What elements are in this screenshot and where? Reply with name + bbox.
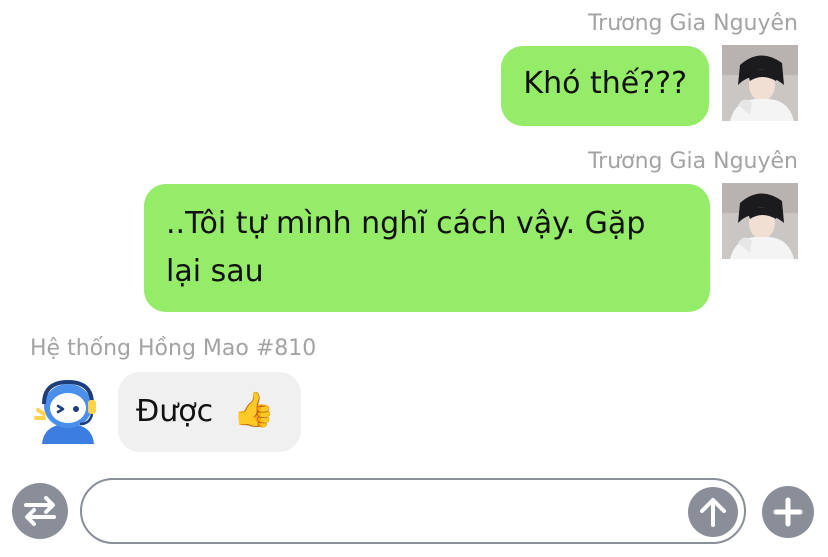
message-text: Khó thế???: [523, 66, 687, 101]
message-text: ..Tôi tự mình nghĩ cách vậy. Gặp lại sau: [166, 206, 646, 289]
arrow-up-icon[interactable]: [688, 487, 738, 537]
message-bubble[interactable]: ..Tôi tự mình nghĩ cách vậy. Gặp lại sau: [144, 184, 710, 312]
message-bubble[interactable]: Khó thế???: [501, 46, 709, 126]
boy-avatar-icon[interactable]: [722, 45, 798, 121]
boy-avatar-icon[interactable]: [722, 183, 798, 259]
message-text: Được: [136, 394, 214, 429]
sender-name: Trương Gia Nguyên: [587, 149, 798, 174]
thumbs-up-emoji: 👍: [232, 390, 275, 430]
sender-name: Trương Gia Nguyên: [587, 11, 798, 36]
switch-arrows-icon[interactable]: [12, 483, 68, 539]
message-input[interactable]: [80, 478, 746, 544]
message-bubble[interactable]: Được 👍: [118, 372, 301, 452]
robot-headset-avatar-icon[interactable]: [30, 372, 106, 448]
plus-icon[interactable]: [762, 486, 814, 538]
sender-name: Hệ thống Hồng Mao #810: [30, 336, 317, 361]
chat-screen: Trương Gia Nguyên Khó thế??? Trương Gia …: [0, 0, 828, 557]
